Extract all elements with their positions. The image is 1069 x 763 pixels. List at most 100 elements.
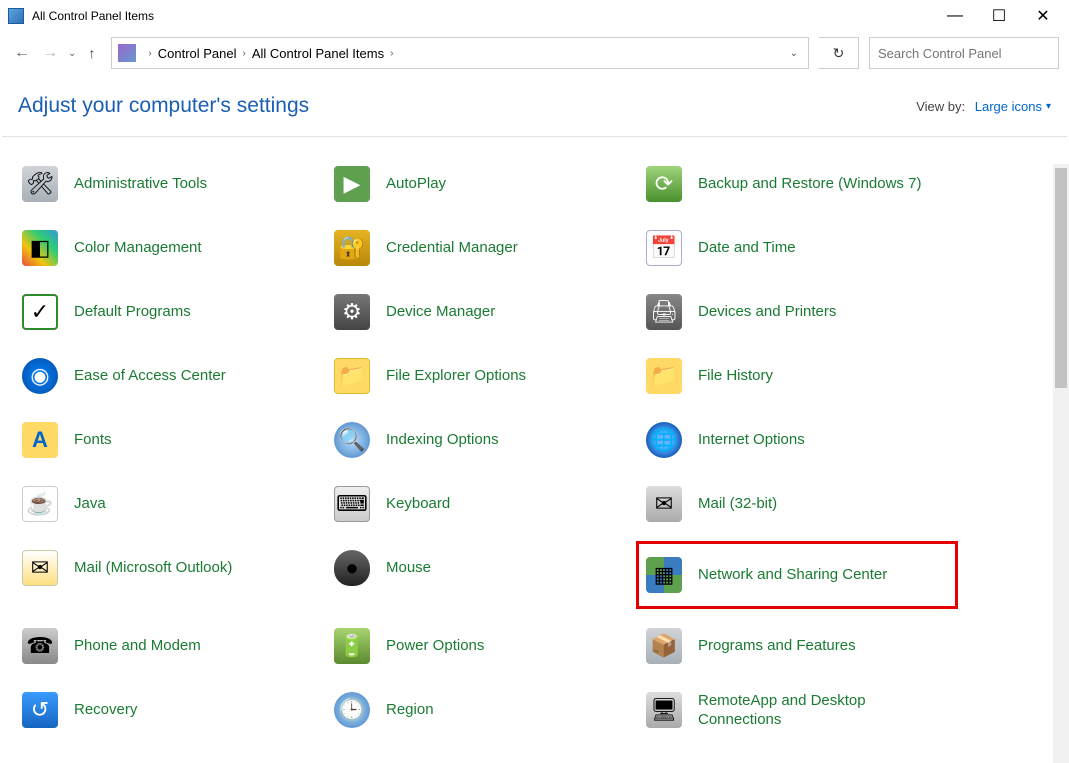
nav-recent-dropdown[interactable]: ⌄ [66,48,78,59]
printers-icon: 🖨 [644,292,684,332]
item-autoplay[interactable]: ▶AutoPlay [330,163,640,205]
item-keyboard[interactable]: ⌨Keyboard [330,483,640,525]
item-label: Keyboard [386,494,450,514]
autoplay-icon: ▶ [332,164,372,204]
filehist-icon: 📁 [644,356,684,396]
item-label: Internet Options [698,430,805,450]
index-icon: 🔍 [332,420,372,460]
item-network-and-sharing-center[interactable]: ▦ Network and Sharing Center [642,547,952,603]
item-ease-of-access-center[interactable]: ◉ Ease of Access Center [18,355,328,397]
refresh-button[interactable]: ↻ [819,37,859,69]
breadcrumb-root[interactable]: Control Panel [158,46,237,61]
item-label: Java [74,494,106,514]
search-icon[interactable]: 🔍 [1062,45,1069,62]
close-button[interactable]: ✕ [1033,6,1053,26]
item-label: Administrative Tools [74,174,207,194]
item-label: Fonts [74,430,112,450]
internet-icon: 🌐 [644,420,684,460]
item-label: Recovery [74,700,137,720]
item-indexing-options[interactable]: 🔍 Indexing Options [330,419,640,461]
admin-icon: 🛠 [20,164,60,204]
ease-icon: ◉ [20,356,60,396]
fonts-icon: A [20,420,60,460]
item-date-and-time[interactable]: 📅Date and Time [642,227,952,269]
item-mouse[interactable]: ●Mouse [330,547,640,589]
address-bar[interactable]: › Control Panel › All Control Panel Item… [111,37,809,69]
fileexp-icon: 📁 [332,356,372,396]
control-panel-grid: 🛠 Administrative Tools ▶AutoPlay⟳ Backup an… [18,163,1057,731]
chevron-right-icon[interactable]: › [142,48,157,59]
item-recovery[interactable]: ↺ Recovery [18,689,328,731]
item-label: Power Options [386,636,484,656]
maximize-button[interactable]: ☐ [989,6,1009,26]
item-credential-manager[interactable]: 🔐Credential Manager [330,227,640,269]
item-label: Indexing Options [386,430,499,450]
item-power-options[interactable]: 🔋Power Options [330,625,640,667]
item-label: Device Manager [386,302,495,322]
control-panel-address-icon [118,44,136,62]
search-box[interactable]: 🔍 [869,37,1059,69]
view-by-label: View by: [916,99,965,114]
item-device-manager[interactable]: ⚙ Device Manager [330,291,640,333]
navigation-bar: ← → ⌄ ↑ › Control Panel › All Control Pa… [0,32,1069,74]
search-input[interactable] [870,46,1062,61]
window-title: All Control Panel Items [32,9,154,23]
content-area: 🛠 Administrative Tools ▶AutoPlay⟳ Backup an… [0,137,1069,741]
item-label: Ease of Access Center [74,366,226,386]
item-color-management[interactable]: ◧Color Management [18,227,328,269]
region-icon: 🕒 [332,690,372,730]
network-icon: ▦ [644,555,684,595]
item-mail-32-bit[interactable]: ✉Mail (32-bit) [642,483,952,525]
item-file-history[interactable]: 📁 File History [642,355,952,397]
vertical-scrollbar[interactable] [1053,164,1069,763]
item-label: Mail (Microsoft Outlook) [74,558,232,578]
item-label: Region [386,700,434,720]
item-remoteapp-and-desktop-connections[interactable]: 🖥RemoteApp and Desktop Connections [642,689,952,731]
item-label: Mouse [386,558,431,578]
item-file-explorer-options[interactable]: 📁File Explorer Options [330,355,640,397]
nav-forward-button[interactable]: → [38,41,62,65]
item-phone-and-modem[interactable]: ☎ Phone and Modem [18,625,328,667]
view-by-dropdown[interactable]: Large icons ▾ [975,99,1051,114]
chevron-right-icon[interactable]: › [384,48,399,59]
phone-icon: ☎ [20,626,60,666]
item-label: Phone and Modem [74,636,201,656]
cred-icon: 🔐 [332,228,372,268]
control-panel-icon [8,8,24,24]
item-label: Backup and Restore (Windows 7) [698,174,921,194]
address-history-dropdown[interactable]: ⌄ [780,48,808,59]
item-label: Devices and Printers [698,302,836,322]
nav-up-button[interactable]: ↑ [82,45,101,61]
breadcrumb-current[interactable]: All Control Panel Items [252,46,384,61]
chevron-down-icon: ▾ [1046,101,1051,112]
programs-icon: 📦 [644,626,684,666]
heading-row: Adjust your computer's settings View by:… [0,74,1069,136]
view-by-container: View by: Large icons ▾ [916,99,1051,114]
device-icon: ⚙ [332,292,372,332]
item-internet-options[interactable]: 🌐 Internet Options [642,419,952,461]
item-label: Network and Sharing Center [698,565,887,585]
item-programs-and-features[interactable]: 📦 Programs and Features [642,625,952,667]
item-label: Programs and Features [698,636,856,656]
item-fonts[interactable]: A Fonts [18,419,328,461]
scrollbar-thumb[interactable] [1055,168,1067,388]
date-icon: 📅 [644,228,684,268]
item-administrative-tools[interactable]: 🛠 Administrative Tools [18,163,328,205]
color-icon: ◧ [20,228,60,268]
default-icon: ✓ [20,292,60,332]
recovery-icon: ↺ [20,690,60,730]
chevron-right-icon[interactable]: › [237,48,252,59]
minimize-button[interactable]: — [945,6,965,26]
item-default-programs[interactable]: ✓Default Programs [18,291,328,333]
nav-back-button[interactable]: ← [10,41,34,65]
backup-icon: ⟳ [644,164,684,204]
item-region[interactable]: 🕒 Region [330,689,640,731]
mail-icon: ✉ [644,484,684,524]
page-heading: Adjust your computer's settings [18,94,309,118]
item-label: File History [698,366,773,386]
item-backup-and-restore-windows-7[interactable]: ⟳ Backup and Restore (Windows 7) [642,163,952,205]
item-mail-microsoft-outlook[interactable]: ✉Mail (Microsoft Outlook) [18,547,328,589]
item-java[interactable]: ☕Java [18,483,328,525]
item-label: RemoteApp and Desktop Connections [698,691,950,730]
item-devices-and-printers[interactable]: 🖨 Devices and Printers [642,291,952,333]
